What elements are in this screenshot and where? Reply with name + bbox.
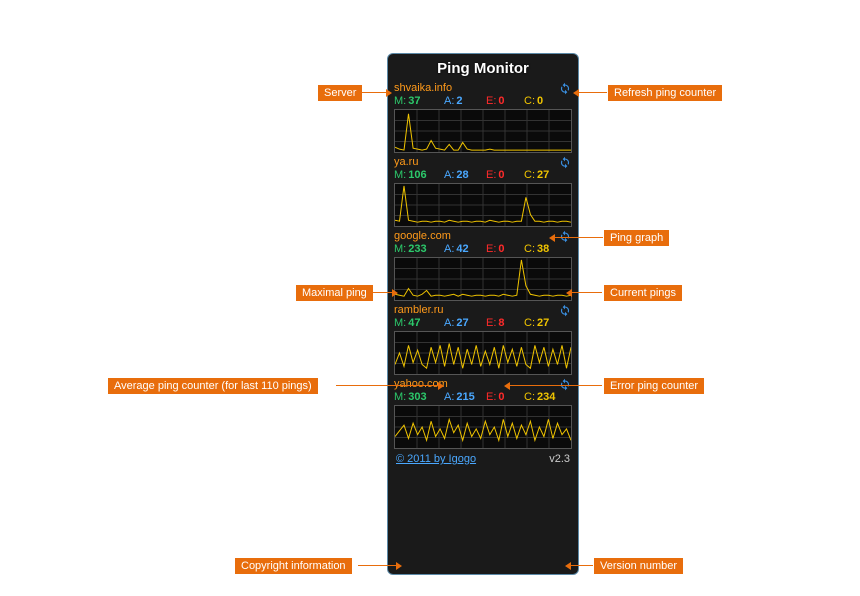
refresh-icon[interactable] [558, 229, 572, 243]
server-block: ya.ruM: 106A: 28E: 0C: 27 [392, 155, 574, 227]
ping-graph [394, 183, 572, 227]
server-block: yahoo.comM: 303A: 215E: 0C: 234 [392, 377, 574, 449]
copyright-link[interactable]: © 2011 by Igogo [396, 453, 476, 465]
server-name: rambler.ru [394, 304, 444, 316]
stat-current: C: 234 [524, 391, 564, 403]
ping-graph [394, 109, 572, 153]
server-name: shvaika.info [394, 82, 452, 94]
callout-copyright: Copyright information [235, 558, 352, 574]
refresh-icon[interactable] [558, 303, 572, 317]
stat-current: C: 38 [524, 243, 564, 255]
ping-graph [394, 257, 572, 301]
stat-average: A: 215 [444, 391, 486, 403]
ping-graph [394, 331, 572, 375]
callout-error-ping: Error ping counter [604, 378, 704, 394]
arrow [571, 565, 593, 566]
server-stats: M: 47A: 27E: 8C: 27 [392, 317, 574, 331]
stat-current: C: 27 [524, 317, 564, 329]
version-label: v2.3 [549, 453, 570, 465]
stat-max: M: 47 [394, 317, 444, 329]
stat-average: A: 42 [444, 243, 486, 255]
callout-ping-graph: Ping graph [604, 230, 669, 246]
widget-footer: © 2011 by Igogo v2.3 [392, 451, 574, 465]
arrow [572, 292, 602, 293]
server-name: google.com [394, 230, 451, 242]
refresh-icon[interactable] [558, 377, 572, 391]
server-stats: M: 233A: 42E: 0C: 38 [392, 243, 574, 257]
refresh-icon[interactable] [558, 155, 572, 169]
stat-max: M: 37 [394, 95, 444, 107]
widget-title: Ping Monitor [392, 58, 574, 81]
server-block: google.comM: 233A: 42E: 0C: 38 [392, 229, 574, 301]
stat-max: M: 303 [394, 391, 444, 403]
ping-monitor-widget: Ping Monitor shvaika.infoM: 37A: 2E: 0C:… [387, 53, 579, 575]
stat-error: E: 0 [486, 95, 524, 107]
stat-average: A: 2 [444, 95, 486, 107]
ping-graph [394, 405, 572, 449]
stat-average: A: 28 [444, 169, 486, 181]
stat-average: A: 27 [444, 317, 486, 329]
arrow [370, 292, 392, 293]
arrow [555, 237, 603, 238]
callout-maximal-ping: Maximal ping [296, 285, 373, 301]
server-name: ya.ru [394, 156, 418, 168]
server-block: rambler.ruM: 47A: 27E: 8C: 27 [392, 303, 574, 375]
server-stats: M: 303A: 215E: 0C: 234 [392, 391, 574, 405]
stat-current: C: 27 [524, 169, 564, 181]
arrow [579, 92, 607, 93]
stat-max: M: 233 [394, 243, 444, 255]
stat-error: E: 8 [486, 317, 524, 329]
callout-current-pings: Current pings [604, 285, 682, 301]
stat-current: C: 0 [524, 95, 564, 107]
stat-error: E: 0 [486, 243, 524, 255]
servers-list: shvaika.infoM: 37A: 2E: 0C: 0ya.ruM: 106… [392, 81, 574, 449]
refresh-icon[interactable] [558, 81, 572, 95]
callout-version: Version number [594, 558, 683, 574]
callout-server: Server [318, 85, 362, 101]
arrow [358, 565, 396, 566]
callout-refresh: Refresh ping counter [608, 85, 722, 101]
stat-max: M: 106 [394, 169, 444, 181]
arrow [510, 385, 602, 386]
server-stats: M: 106A: 28E: 0C: 27 [392, 169, 574, 183]
stat-error: E: 0 [486, 391, 524, 403]
stat-error: E: 0 [486, 169, 524, 181]
arrow [336, 385, 438, 386]
callout-average-ping: Average ping counter (for last 110 pings… [108, 378, 318, 394]
arrow [358, 92, 386, 93]
server-block: shvaika.infoM: 37A: 2E: 0C: 0 [392, 81, 574, 153]
server-stats: M: 37A: 2E: 0C: 0 [392, 95, 574, 109]
